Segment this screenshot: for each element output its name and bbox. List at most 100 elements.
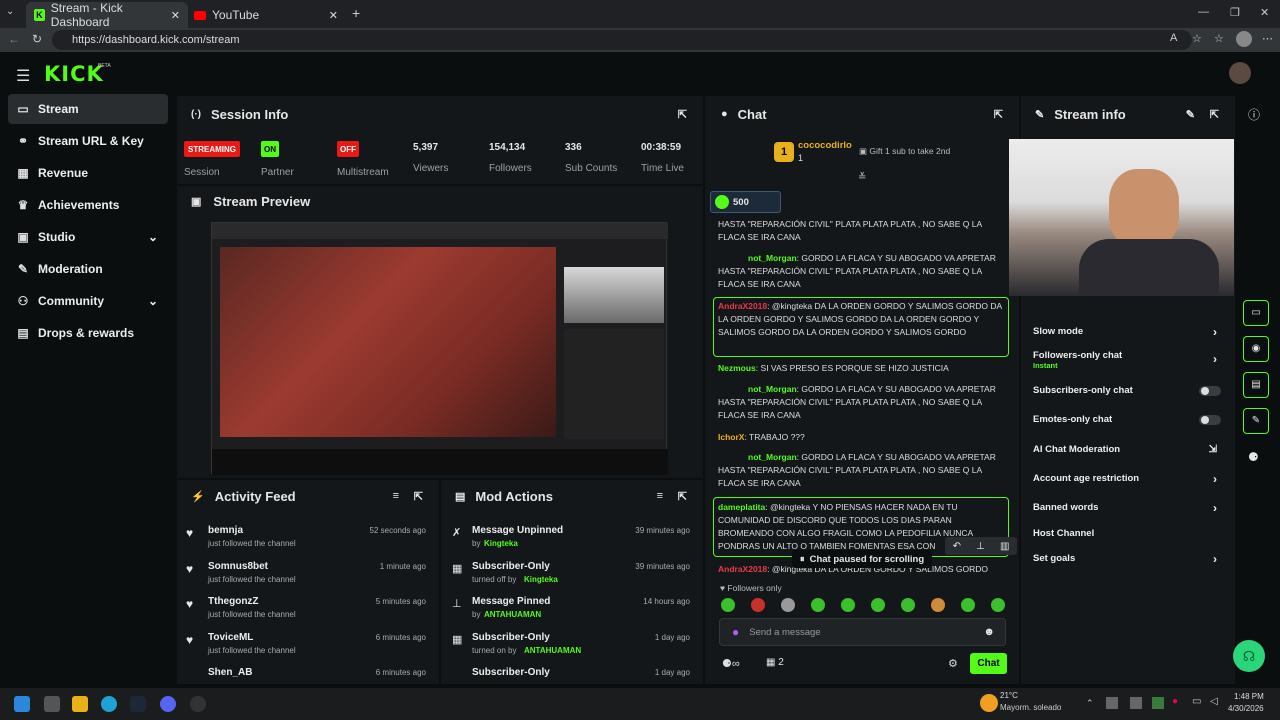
microphone-icon[interactable]: ● bbox=[732, 625, 739, 639]
activity-user[interactable]: bemnja bbox=[208, 525, 243, 536]
chat-username[interactable]: AndraX2018 bbox=[718, 301, 767, 311]
discord-icon[interactable] bbox=[160, 696, 176, 712]
emote-icon[interactable] bbox=[901, 598, 915, 612]
mod-action-user[interactable]: Kingteka bbox=[524, 575, 558, 584]
activity-user[interactable]: ToviceML bbox=[208, 632, 253, 643]
chat-username[interactable]: AndraX2018 bbox=[718, 564, 767, 574]
edge-browser-icon[interactable] bbox=[101, 696, 117, 712]
top-gifter-name[interactable]: cococodirlo bbox=[798, 140, 852, 151]
filter-icon[interactable]: ≡ bbox=[393, 490, 399, 502]
gift-hint[interactable]: ▣ Gift 1 sub to take 2nd bbox=[859, 146, 950, 157]
tray-expand-icon[interactable]: ⌃ bbox=[1086, 698, 1094, 709]
activity-user[interactable]: Somnus8bet bbox=[208, 561, 268, 572]
community-tool-icon[interactable]: ⚈ bbox=[1248, 450, 1259, 464]
windows-start-icon[interactable] bbox=[14, 696, 30, 712]
new-tab-icon[interactable]: + bbox=[352, 5, 360, 21]
tab-kick-dashboard[interactable]: K Stream - Kick Dashboard ✕ bbox=[26, 1, 188, 29]
setting-emotes-only[interactable]: Emotes-only chat bbox=[1033, 414, 1223, 425]
setting-ai-moderation[interactable]: AI Chat Moderation ⇲ bbox=[1033, 444, 1223, 455]
chat-username[interactable]: dameplatita bbox=[718, 502, 765, 512]
viewer-count[interactable]: ▦ 2 bbox=[766, 657, 784, 668]
tray-app-icon[interactable] bbox=[1130, 697, 1142, 709]
hamburger-menu-icon[interactable]: ☰ bbox=[16, 66, 30, 86]
sidebar-item-revenue[interactable]: ▦ Revenue bbox=[8, 158, 168, 188]
close-window-icon[interactable]: ✕ bbox=[1260, 6, 1269, 19]
emote-icon[interactable] bbox=[751, 598, 765, 612]
file-explorer-icon[interactable] bbox=[72, 696, 88, 712]
emote-icon[interactable] bbox=[841, 598, 855, 612]
channel-points-badge[interactable]: 500 bbox=[710, 191, 781, 213]
mod-action-user[interactable]: ANTAHUAMAN bbox=[484, 610, 541, 619]
collapse-gifters-icon[interactable]: ≚ bbox=[858, 172, 866, 183]
support-chat-button[interactable]: ☊ bbox=[1233, 640, 1265, 672]
sidebar-item-stream-url[interactable]: ⚭ Stream URL & Key bbox=[8, 126, 168, 156]
broadcast-tool-icon[interactable]: ◉ bbox=[1243, 336, 1269, 362]
weather-icon[interactable] bbox=[980, 694, 998, 712]
clock-date[interactable]: 4/30/2026 bbox=[1228, 704, 1264, 713]
setting-set-goals[interactable]: Set goals › bbox=[1033, 552, 1223, 566]
profile-avatar[interactable] bbox=[1236, 31, 1252, 47]
delete-icon[interactable]: ▥ bbox=[1000, 541, 1009, 552]
reply-icon[interactable]: ↶ bbox=[953, 541, 961, 552]
chat-username[interactable]: not_Morgan bbox=[748, 452, 797, 462]
layout-tool-icon[interactable]: ▤ bbox=[1243, 372, 1269, 398]
sidebar-item-studio[interactable]: ▣ Studio ⌄ bbox=[8, 222, 168, 252]
task-view-icon[interactable] bbox=[44, 696, 60, 712]
kick-logo[interactable]: KICK bbox=[44, 62, 104, 86]
clock-time[interactable]: 1:48 PM bbox=[1234, 692, 1264, 701]
reload-icon[interactable]: ↻ bbox=[32, 32, 42, 46]
chat-username[interactable]: IchorX bbox=[718, 432, 744, 442]
setting-account-age[interactable]: Account age restriction › bbox=[1033, 472, 1223, 486]
sidebar-item-community[interactable]: ⚇ Community ⌄ bbox=[8, 286, 168, 316]
popout-icon[interactable]: ⇱ bbox=[994, 108, 1003, 121]
tray-app-icon[interactable] bbox=[1152, 697, 1164, 709]
setting-subscribers-only[interactable]: Subscribers-only chat bbox=[1033, 385, 1223, 396]
subscribers-only-toggle[interactable] bbox=[1199, 385, 1221, 396]
popout-icon[interactable]: ⇱ bbox=[1210, 108, 1219, 121]
app-icon[interactable] bbox=[190, 696, 206, 712]
sidebar-item-moderation[interactable]: ✎ Moderation bbox=[8, 254, 168, 284]
activity-user[interactable]: TthegonzZ bbox=[208, 596, 259, 607]
emote-icon[interactable] bbox=[991, 598, 1005, 612]
emotes-only-toggle[interactable] bbox=[1199, 414, 1221, 425]
setting-banned-words[interactable]: Banned words › bbox=[1033, 501, 1223, 515]
chat-tool-icon[interactable]: ▭ bbox=[1243, 300, 1269, 326]
mod-action-user[interactable]: ANTAHUAMAN bbox=[524, 646, 581, 655]
chat-paused-banner[interactable]: ⏸ Chat paused for scrolling bbox=[792, 550, 932, 568]
back-icon[interactable]: ← bbox=[8, 32, 20, 46]
send-chat-button[interactable]: Chat bbox=[970, 653, 1007, 674]
emote-icon[interactable] bbox=[931, 598, 945, 612]
favorites-bar-icon[interactable]: ☆ bbox=[1214, 32, 1224, 45]
steam-icon[interactable] bbox=[130, 696, 146, 712]
volume-icon[interactable]: ◁ bbox=[1210, 696, 1218, 707]
chat-input[interactable]: ● Send a message ☻ bbox=[719, 618, 1006, 646]
sidebar-item-stream[interactable]: ▭ Stream bbox=[8, 94, 168, 124]
chat-username[interactable]: not_Morgan bbox=[748, 253, 797, 263]
settings-gear-icon[interactable]: ⚙ bbox=[948, 657, 958, 670]
popout-icon[interactable]: ⇱ bbox=[414, 490, 423, 503]
network-icon[interactable]: ▭ bbox=[1192, 696, 1201, 707]
url-field[interactable]: https://dashboard.kick.com/stream bbox=[52, 30, 1192, 50]
edit-icon[interactable]: ✎ bbox=[1186, 108, 1195, 121]
emote-icon[interactable] bbox=[721, 598, 735, 612]
minimize-icon[interactable]: — bbox=[1198, 6, 1209, 18]
stream-preview-video[interactable] bbox=[211, 222, 668, 475]
setting-slow-mode[interactable]: Slow mode › bbox=[1033, 325, 1223, 339]
activity-user[interactable]: Shen_AB bbox=[208, 667, 252, 678]
filter-icon[interactable]: ≡ bbox=[657, 490, 663, 502]
emote-icon[interactable] bbox=[871, 598, 885, 612]
popout-icon[interactable]: ⇱ bbox=[678, 108, 687, 121]
close-tab-icon[interactable]: ✕ bbox=[329, 9, 338, 22]
info-icon[interactable]: ⓘ bbox=[1248, 106, 1260, 123]
points-infinity-icon[interactable]: ⚈∞ bbox=[722, 657, 740, 670]
popout-icon[interactable]: ⇱ bbox=[678, 490, 687, 503]
microphone-tray-icon[interactable]: ● bbox=[1172, 696, 1178, 707]
sidebar-item-achievements[interactable]: ♛ Achievements bbox=[8, 190, 168, 220]
wrench-tool-icon[interactable]: ✎ bbox=[1243, 408, 1269, 434]
emote-icon[interactable] bbox=[781, 598, 795, 612]
setting-host-channel[interactable]: Host Channel bbox=[1033, 528, 1223, 539]
more-menu-icon[interactable]: ⋯ bbox=[1262, 32, 1273, 45]
maximize-icon[interactable]: ❐ bbox=[1230, 6, 1240, 19]
favorite-icon[interactable]: ☆ bbox=[1192, 32, 1202, 45]
mod-action-user[interactable]: Kingteka bbox=[484, 539, 518, 548]
